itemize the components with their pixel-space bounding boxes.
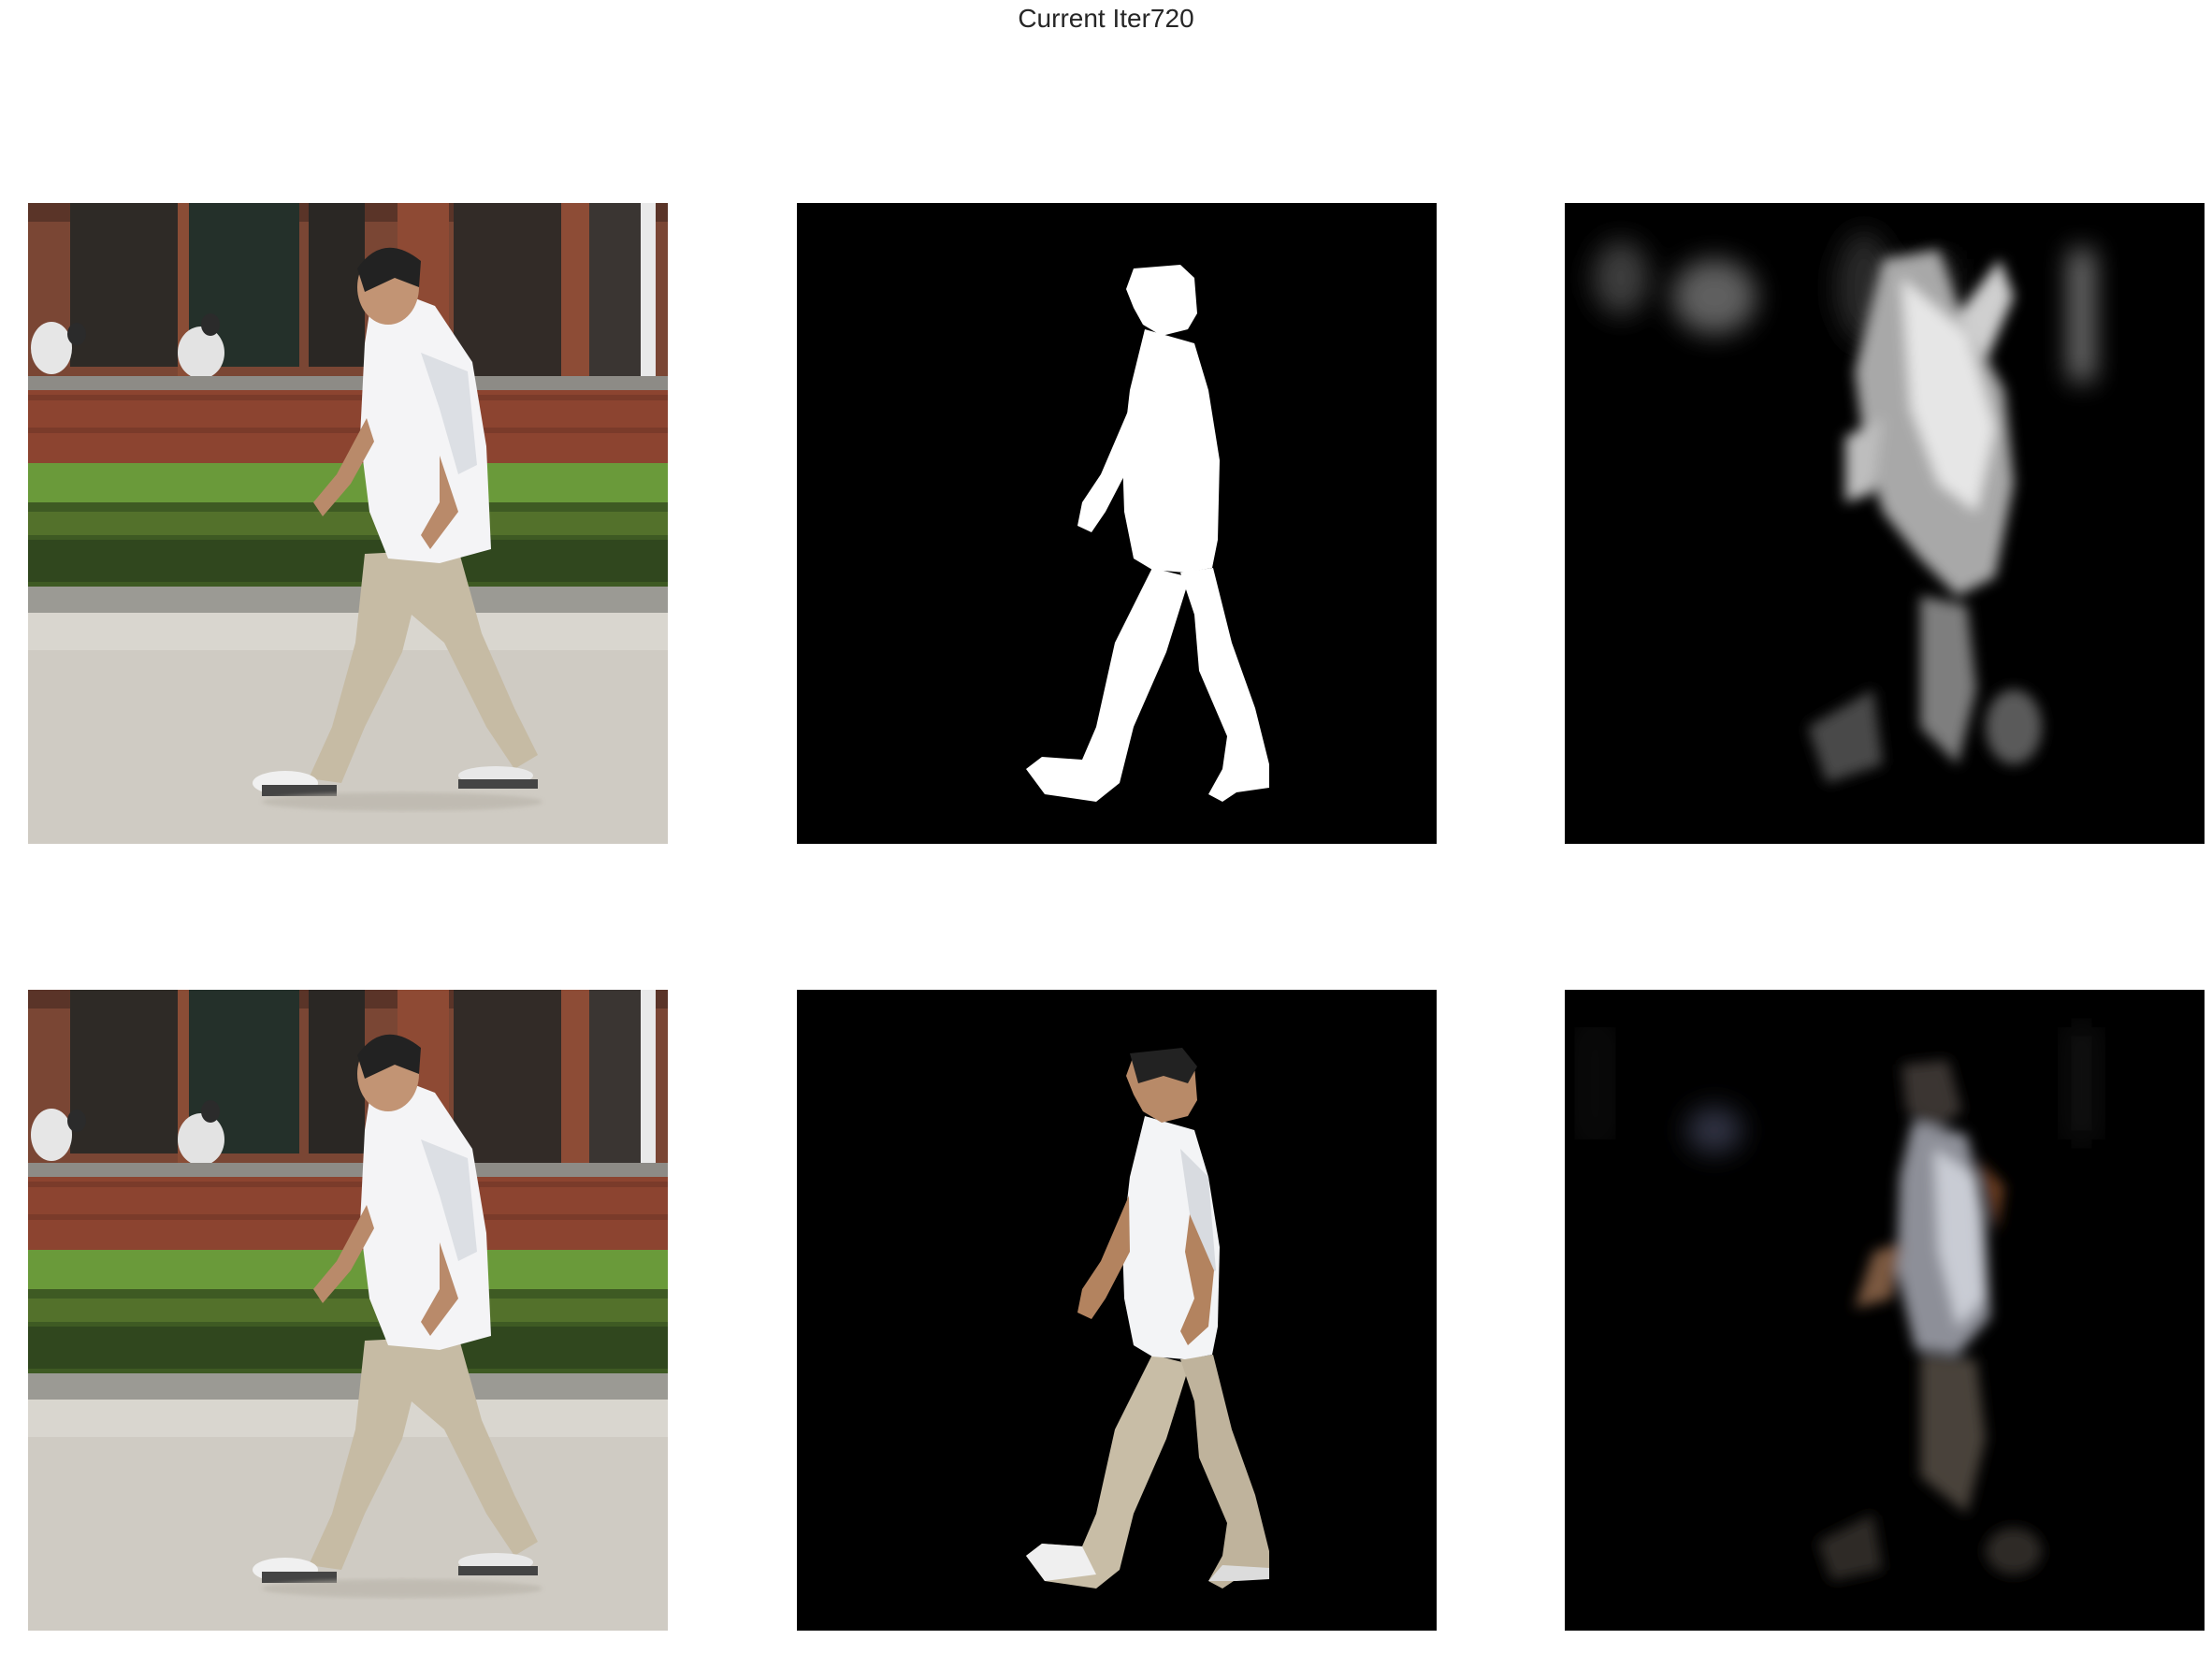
- ground-truth-mask: [797, 203, 1437, 844]
- predicted-foreground: [1565, 990, 2205, 1631]
- input-image-panel: [28, 203, 668, 844]
- predicted-foreground-panel: [1565, 990, 2205, 1631]
- masked-foreground-panel: [797, 990, 1437, 1631]
- masked-foreground: [797, 990, 1437, 1631]
- mask-panel: [797, 203, 1437, 844]
- saliency-panel: [1565, 203, 2205, 844]
- input-photo: [28, 990, 668, 1631]
- predicted-saliency-map: [1565, 203, 2205, 844]
- figure-title: Current Iter720: [1018, 4, 1194, 33]
- input-image-panel: [28, 990, 668, 1631]
- input-photo: [28, 203, 668, 844]
